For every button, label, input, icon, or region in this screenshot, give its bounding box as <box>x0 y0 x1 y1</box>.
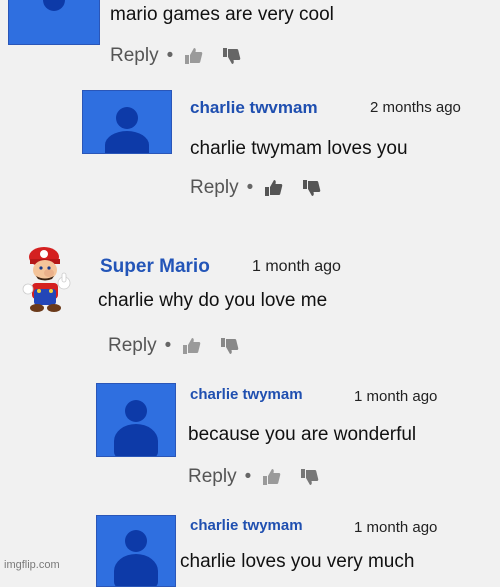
comment-timestamp[interactable]: 1 month ago <box>354 519 437 536</box>
reply-button[interactable]: Reply <box>110 45 159 67</box>
comment-text: charlie twymam loves you <box>190 138 408 159</box>
comment-text: mario games are very cool <box>110 4 334 25</box>
avatar[interactable] <box>96 515 176 587</box>
comment-timestamp[interactable]: 2 months ago <box>370 99 461 116</box>
comment-actions: Reply • <box>188 466 337 488</box>
reply-button[interactable]: Reply <box>108 335 157 357</box>
reply-button[interactable]: Reply <box>188 466 237 488</box>
comment-author[interactable]: charlie twymam <box>190 517 303 534</box>
comment-author[interactable]: Super Mario <box>100 256 210 278</box>
comment-text: because you are wonderful <box>188 424 417 445</box>
comment-actions: Reply • <box>110 45 259 67</box>
avatar[interactable] <box>8 0 100 45</box>
thumbs-down-icon[interactable] <box>299 468 319 486</box>
thumbs-up-icon[interactable] <box>183 47 203 65</box>
thumbs-down-icon[interactable] <box>221 47 241 65</box>
comment-text: charlie why do you love me <box>98 290 328 311</box>
thumbs-down-icon[interactable] <box>301 179 321 197</box>
avatar[interactable] <box>22 245 74 313</box>
reply-button[interactable]: Reply <box>190 177 239 199</box>
thumbs-up-icon[interactable] <box>181 337 201 355</box>
comment-author[interactable]: charlie twymam <box>190 386 303 403</box>
separator-dot: • <box>244 466 252 487</box>
comment-actions: Reply • <box>108 335 257 357</box>
separator-dot: • <box>246 177 254 198</box>
separator-dot: • <box>166 45 174 66</box>
watermark: imgflip.com <box>4 559 60 571</box>
comment-timestamp[interactable]: 1 month ago <box>354 388 437 405</box>
thumbs-up-icon[interactable] <box>263 179 283 197</box>
avatar[interactable] <box>96 383 176 457</box>
comment-timestamp[interactable]: 1 month ago <box>252 258 341 276</box>
comment-author[interactable]: charlie twvmam <box>190 98 318 118</box>
separator-dot: • <box>164 335 172 356</box>
thumbs-up-icon[interactable] <box>261 468 281 486</box>
avatar[interactable] <box>82 90 172 154</box>
thumbs-down-icon[interactable] <box>219 337 239 355</box>
comment-text: charlie loves you very much <box>180 551 415 572</box>
comment-actions: Reply • <box>190 177 339 199</box>
